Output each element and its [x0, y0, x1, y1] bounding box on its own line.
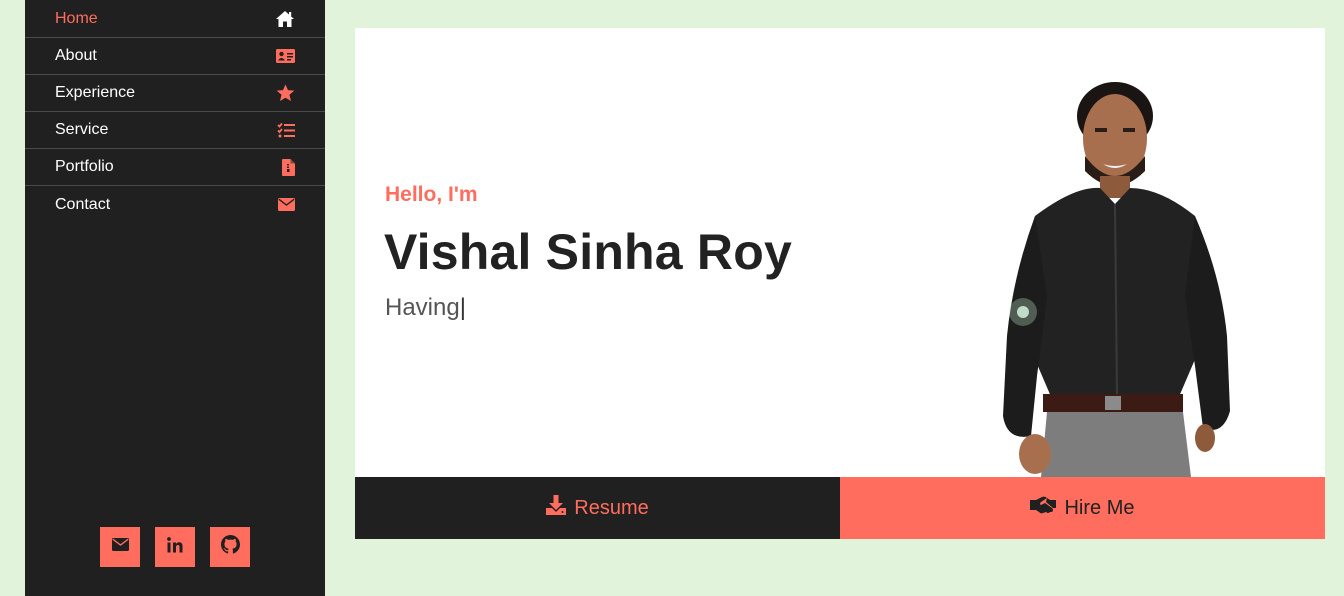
- hero-name: Vishal Sinha Roy: [384, 224, 792, 280]
- handshake-icon: [1030, 496, 1057, 520]
- sidebar-item-label: Contact: [55, 195, 111, 213]
- envelope-icon: [111, 538, 129, 556]
- email-social-button[interactable]: [100, 527, 140, 567]
- sidebar-nav: Home About Experience Service Portfolio: [25, 0, 325, 223]
- social-links: [25, 527, 325, 567]
- profile-photo: [995, 76, 1240, 477]
- id-card-icon: [275, 46, 295, 66]
- sidebar-item-contact[interactable]: Contact: [25, 186, 325, 223]
- resume-label: Resume: [574, 496, 649, 519]
- typing-cursor: |: [459, 294, 466, 321]
- hire-me-label: Hire Me: [1064, 496, 1135, 519]
- sidebar-item-label: About: [55, 47, 97, 64]
- resume-button[interactable]: Resume: [355, 477, 840, 539]
- download-icon: [546, 495, 567, 521]
- home-icon: [275, 9, 295, 29]
- hero-card: Hello, I'm Vishal Sinha Roy Having|: [355, 28, 1325, 477]
- sidebar: Home About Experience Service Portfolio: [25, 0, 325, 596]
- typed-text: Having: [385, 294, 460, 321]
- hero-typed-text: Having|: [385, 294, 466, 322]
- sidebar-item-label: Portfolio: [55, 158, 114, 175]
- sidebar-item-label: Home: [55, 9, 98, 27]
- linkedin-social-button[interactable]: [155, 527, 195, 567]
- task-list-icon: [275, 120, 295, 140]
- github-social-button[interactable]: [210, 527, 250, 567]
- sidebar-item-label: Experience: [55, 84, 136, 101]
- hero-greeting: Hello, I'm: [385, 183, 478, 206]
- cta-row: Resume Hire Me: [355, 477, 1325, 539]
- envelope-icon: [275, 195, 295, 215]
- sidebar-item-label: Service: [55, 121, 109, 138]
- file-icon: [275, 157, 295, 177]
- sidebar-item-about[interactable]: About: [25, 38, 325, 75]
- sidebar-item-home[interactable]: Home: [25, 0, 325, 38]
- sidebar-item-portfolio[interactable]: Portfolio: [25, 149, 325, 186]
- sidebar-item-experience[interactable]: Experience: [25, 75, 325, 112]
- github-icon: [220, 535, 240, 559]
- hire-me-button[interactable]: Hire Me: [840, 477, 1325, 539]
- star-icon: [275, 83, 295, 103]
- linkedin-icon: [167, 536, 183, 558]
- sidebar-item-service[interactable]: Service: [25, 112, 325, 149]
